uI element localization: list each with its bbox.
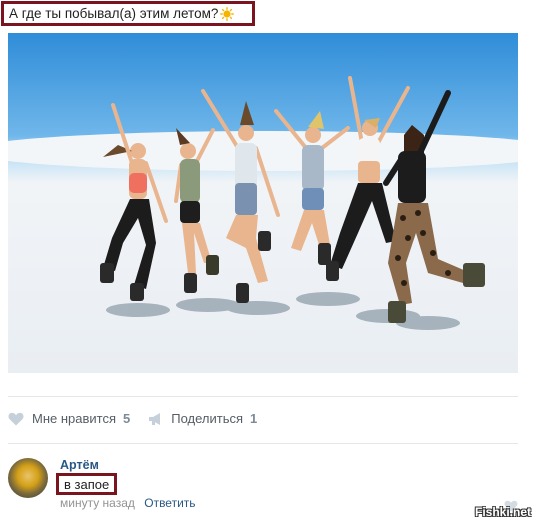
megaphone-icon: [149, 412, 161, 425]
comment: Артём в запое минуту назад Ответить: [8, 443, 518, 521]
comment-meta: минуту назад Ответить: [60, 496, 196, 510]
comment-author[interactable]: Артём: [60, 458, 99, 472]
avatar[interactable]: [8, 458, 48, 498]
reply-button[interactable]: Ответить: [144, 496, 195, 510]
like-button[interactable]: Мне нравится 5: [8, 411, 130, 426]
post-action-bar: Мне нравится 5 Поделиться 1: [8, 396, 518, 440]
beach-jump-photo: [8, 76, 518, 330]
like-label: Мне нравится: [32, 411, 117, 426]
share-label: Поделиться: [171, 411, 244, 426]
like-count: 5: [123, 411, 131, 426]
post-title: А где ты побывал(а) этим летом?: [1, 1, 255, 26]
post-title-text: А где ты побывал(а) этим летом?: [9, 6, 219, 21]
share-count: 1: [250, 411, 258, 426]
comment-text: в запое: [56, 473, 118, 495]
comment-time[interactable]: минуту назад: [60, 496, 135, 510]
sun-icon: [220, 6, 235, 21]
heart-icon: [8, 412, 24, 425]
watermark: Fishki.net: [474, 505, 531, 519]
share-button[interactable]: Поделиться 1: [148, 411, 257, 426]
post-photo[interactable]: [8, 33, 518, 373]
